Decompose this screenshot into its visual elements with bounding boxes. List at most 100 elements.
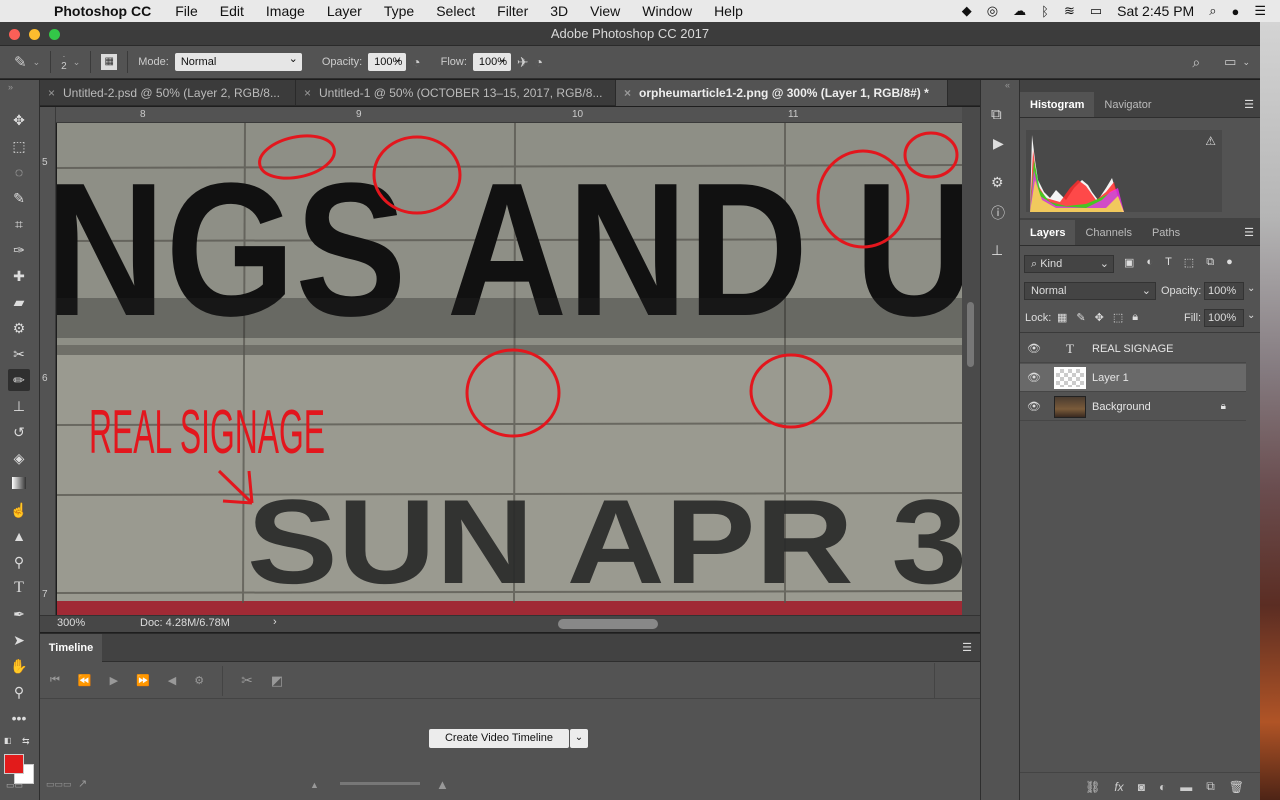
status-menu-arrow-icon[interactable]: › (273, 616, 277, 628)
opacity-input[interactable]: 100% (368, 50, 407, 71)
timeline-zoom-slider[interactable] (340, 782, 420, 785)
brush-picker-dropdown-icon[interactable]: ⌄ (73, 57, 81, 68)
crop-tool-icon[interactable]: ⌗ (8, 213, 30, 235)
next-frame-icon[interactable]: ⏩ (136, 674, 150, 687)
layer-opacity-input[interactable]: 100% (1204, 282, 1244, 300)
history-brush-tool-icon[interactable]: ↺ (8, 421, 30, 443)
shape-filter-icon[interactable]: ⬚ (1184, 256, 1194, 269)
document-canvas[interactable]: NGS AND U SUN APR 3 REAL SIGNAGE (57, 123, 962, 615)
zoom-out-mountain-icon[interactable]: ▲ (310, 780, 319, 790)
menu-app-name[interactable]: Photoshop CC (40, 3, 164, 19)
sharpen-tool-icon[interactable]: ▲ (8, 525, 30, 547)
add-mask-icon[interactable]: ◙ (1138, 780, 1145, 794)
convert-frame-icon[interactable]: ▭▭▭ (46, 779, 72, 790)
size-pressure-icon[interactable]: ◔ (535, 54, 543, 70)
workspace-switcher-icon[interactable]: ▭ (1224, 54, 1236, 70)
tab-navigator[interactable]: Navigator (1094, 92, 1161, 117)
tab-layers[interactable]: Layers (1020, 220, 1076, 245)
lasso-tool-icon[interactable]: ◌ (8, 161, 30, 183)
transition-icon[interactable]: ◩ (271, 673, 283, 689)
horizontal-scroll-thumb[interactable] (558, 619, 658, 629)
type-filter-icon[interactable]: T (1165, 256, 1172, 269)
clone-source-panel-icon[interactable]: ⊥ (991, 242, 1003, 259)
menu-3d[interactable]: 3D (539, 3, 579, 19)
new-group-folder-icon[interactable]: ▬ (1180, 780, 1192, 794)
brush-tool-icon[interactable]: ✏ (8, 369, 30, 391)
siri-icon[interactable]: ● (1231, 4, 1239, 19)
healing-brush-tool-icon[interactable]: ✚ (8, 265, 30, 287)
clone-stamp-tool-icon[interactable]: ⊥ (8, 395, 30, 417)
timeline-type-dropdown-icon[interactable]: ⌄ (570, 729, 588, 748)
notification-center-icon[interactable]: ☰ (1254, 3, 1266, 19)
menu-layer[interactable]: Layer (316, 3, 373, 19)
menu-window[interactable]: Window (631, 3, 703, 19)
smart-object-filter-icon[interactable]: ⧉ (1206, 256, 1214, 269)
eyedropper-tool-icon[interactable]: ✑ (8, 239, 30, 261)
quick-selection-tool-icon[interactable]: ✎ (8, 187, 30, 209)
menu-select[interactable]: Select (425, 3, 486, 19)
tab-histogram[interactable]: Histogram (1020, 92, 1095, 117)
panel-menu-icon[interactable]: ☰ (962, 641, 972, 654)
render-video-icon[interactable]: ↗ (78, 777, 87, 790)
zoom-tool-icon[interactable]: ⚲ (8, 681, 30, 703)
hand-tool-icon[interactable]: ✋ (8, 655, 30, 677)
fill-dropdown-icon[interactable]: ⌄ (1247, 310, 1255, 321)
lock-transparent-icon[interactable]: ▦ (1057, 311, 1067, 324)
smudge-tool-icon[interactable]: ☝ (8, 499, 30, 521)
panel-menu-icon[interactable]: ☰ (1244, 220, 1260, 245)
properties-panel-icon[interactable]: ⚙ (991, 174, 1004, 191)
quick-mask-icon[interactable]: ▭▭ (6, 780, 23, 791)
opacity-pressure-icon[interactable]: ◔ (412, 54, 420, 70)
preset-dropdown-icon[interactable]: ⌄ (33, 57, 41, 68)
history-panel-icon[interactable]: ⧉ (991, 106, 1002, 123)
layer-row-layer-1[interactable]: 👁︎ Layer 1 (1020, 364, 1246, 392)
wifi-icon[interactable]: ≋ (1064, 3, 1075, 19)
zoom-level[interactable]: 300% (57, 617, 85, 629)
lock-image-pixels-icon[interactable]: ✎ (1076, 311, 1085, 324)
content-aware-tool-icon[interactable]: ⚙ (8, 317, 30, 339)
brush-size-preview[interactable]: · 2 (61, 52, 67, 72)
new-layer-icon[interactable]: ⧉ (1206, 779, 1215, 794)
airbrush-icon[interactable]: ✈ (517, 54, 529, 71)
edit-toolbar-icon[interactable]: ••• (8, 707, 30, 729)
lock-all-icon[interactable]: 🔒︎ (1132, 311, 1138, 324)
screen-share-icon[interactable]: ◎ (987, 3, 998, 19)
puppet-warp-tool-icon[interactable]: ✂ (8, 343, 30, 365)
collapse-toolbar-icon[interactable]: » (8, 82, 13, 92)
layer-style-fx-icon[interactable]: fx (1114, 780, 1123, 794)
create-video-timeline-button[interactable]: Create Video Timeline (429, 729, 569, 748)
menu-file[interactable]: File (164, 3, 209, 19)
link-layers-icon[interactable]: ⛓ (1085, 780, 1100, 794)
patch-tool-icon[interactable]: ▰ (8, 291, 30, 313)
foreground-color-swatch[interactable] (4, 754, 24, 774)
move-tool-icon[interactable]: ✥ (8, 109, 30, 131)
search-icon[interactable]: ⌕ (1192, 54, 1200, 71)
info-panel-icon[interactable]: ⓘ (991, 203, 1005, 223)
tab-untitled-1[interactable]: × Untitled-1 @ 50% (OCTOBER 13–15, 2017, … (296, 80, 616, 106)
fill-input[interactable]: 100% (1204, 309, 1244, 327)
warning-icon[interactable]: ⚠ (1205, 134, 1216, 148)
path-selection-tool-icon[interactable]: ➤ (8, 629, 30, 651)
collapse-dock-icon[interactable]: « (1005, 80, 1010, 90)
layer-row-real-signage[interactable]: 👁︎ T REAL SIGNAGE (1020, 335, 1246, 363)
gradient-tool-icon[interactable] (8, 473, 30, 495)
lock-artboard-icon[interactable]: ⬚ (1113, 311, 1123, 324)
vertical-scroll-thumb[interactable] (967, 302, 974, 367)
opacity-dropdown-icon[interactable]: ⌄ (1247, 283, 1255, 294)
settings-gear-icon[interactable]: ⚙ (194, 674, 204, 687)
audio-icon[interactable]: ◀ (168, 674, 176, 687)
filter-toggle-icon[interactable]: ● (1226, 256, 1233, 269)
pen-tool-icon[interactable]: ✒ (8, 603, 30, 625)
blend-mode-select[interactable]: Normal ⌄ (1024, 282, 1156, 300)
close-tab-icon[interactable]: × (304, 86, 311, 100)
actions-play-icon[interactable]: ▶ (993, 135, 1004, 152)
tab-paths[interactable]: Paths (1142, 220, 1190, 245)
brush-panel-toggle-icon[interactable]: ▦ (101, 54, 118, 70)
layer-row-background[interactable]: 👁︎ Background 🔒︎ (1020, 393, 1246, 421)
menu-edit[interactable]: Edit (209, 3, 255, 19)
creative-cloud-icon[interactable]: ☁ (1013, 3, 1026, 19)
adjustment-filter-icon[interactable]: ◐ (1146, 256, 1153, 269)
type-tool-icon[interactable]: T (8, 577, 30, 599)
previous-frame-icon[interactable]: ⏪ (78, 674, 92, 687)
layer-name[interactable]: Layer 1 (1092, 372, 1129, 384)
